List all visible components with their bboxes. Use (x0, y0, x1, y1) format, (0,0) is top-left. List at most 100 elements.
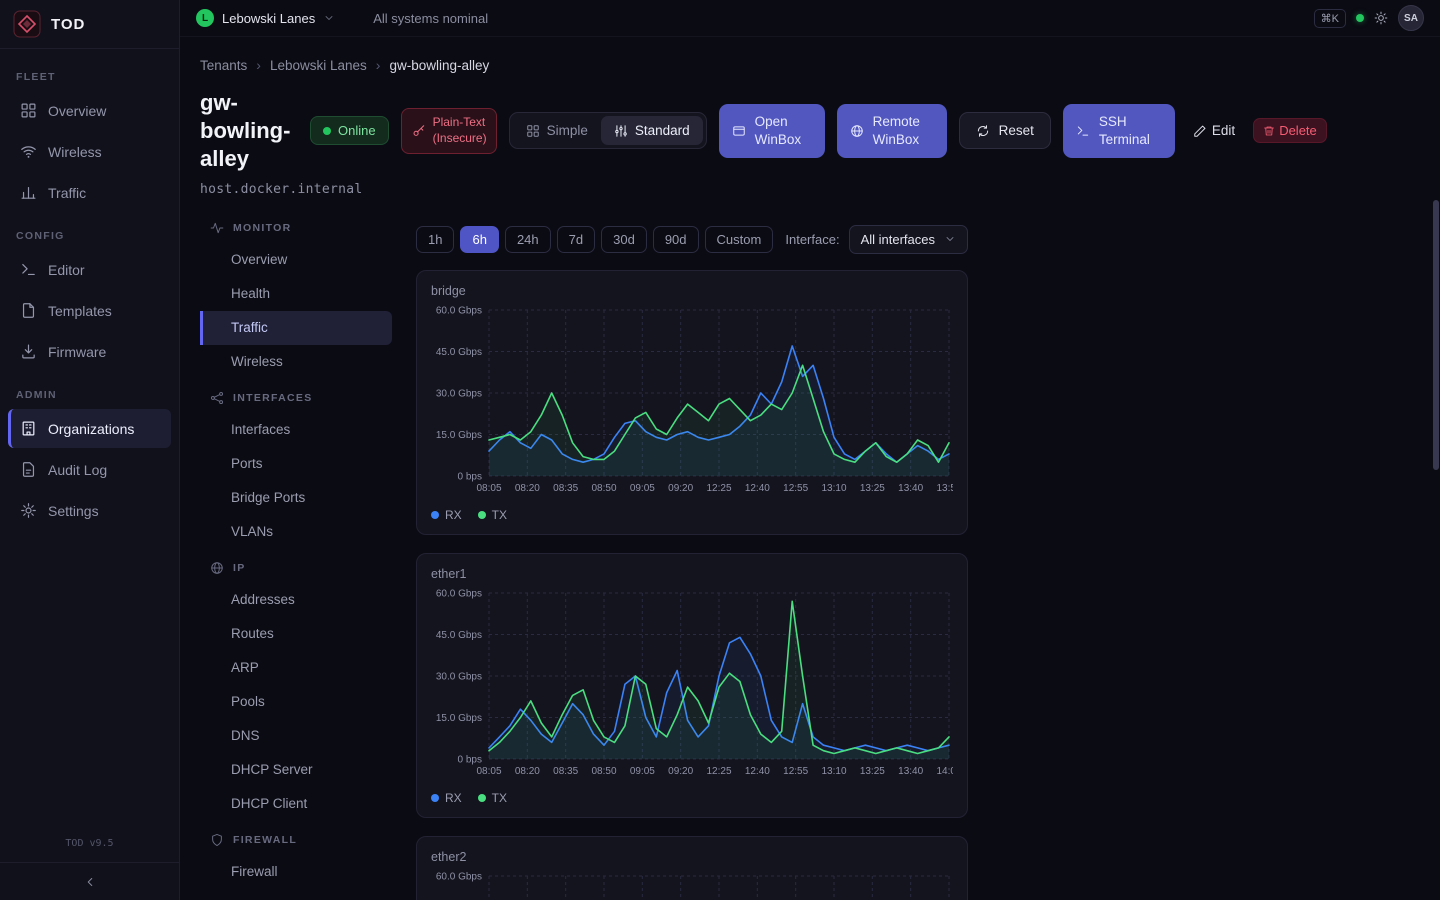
ssh-terminal-button[interactable]: SSH Terminal (1063, 104, 1175, 158)
tx-dot (478, 794, 486, 802)
sidebar-section-config: CONFIG (8, 214, 171, 250)
subnav-item-traffic[interactable]: Traffic (200, 311, 392, 345)
sidebar-item-organizations[interactable]: Organizations (8, 409, 171, 448)
sidebar-item-templates[interactable]: Templates (8, 291, 171, 330)
breadcrumb-tenants[interactable]: Tenants (200, 58, 247, 73)
svg-text:13:55: 13:55 (936, 483, 953, 494)
sidebar-collapse-button[interactable] (0, 862, 179, 900)
legend-rx-label: RX (445, 791, 462, 805)
edit-button[interactable]: Edit (1187, 119, 1241, 142)
key-icon (412, 124, 426, 138)
svg-text:08:35: 08:35 (553, 483, 578, 494)
breadcrumb-current: gw-bowling-alley (389, 58, 489, 73)
tenant-selector[interactable]: L Lebowski Lanes (196, 9, 335, 27)
svg-text:12:40: 12:40 (745, 483, 770, 494)
range-custom[interactable]: Custom (705, 226, 774, 253)
sidebar-item-audit-log[interactable]: Audit Log (8, 450, 171, 489)
delete-button[interactable]: Delete (1253, 118, 1327, 143)
subnav-item-interfaces[interactable]: Interfaces (200, 413, 392, 447)
subnav-item-bridge-ports[interactable]: Bridge Ports (200, 481, 392, 515)
subnav-item-label: Bridge Ports (231, 490, 305, 505)
sidebar-item-label: Editor (48, 262, 85, 278)
subnav-item-label: Overview (231, 252, 287, 267)
open-winbox-button[interactable]: Open WinBox (719, 104, 825, 158)
device-host: host.docker.internal (200, 182, 1440, 197)
range-6h[interactable]: 6h (460, 226, 498, 253)
main-area: L Lebowski Lanes All systems nominal ⌘K … (180, 0, 1440, 900)
interface-select[interactable]: All interfaces (849, 225, 968, 254)
subnav-item-routes[interactable]: Routes (200, 617, 392, 651)
theme-toggle-button[interactable] (1374, 11, 1388, 25)
subnav-item-pools[interactable]: Pools (200, 685, 392, 719)
subnav-item-label: ARP (231, 660, 259, 675)
refresh-icon (976, 124, 990, 138)
subnav-item-overview[interactable]: Overview (200, 243, 392, 277)
activity-icon (210, 221, 224, 235)
subnav-section-ip: IP (200, 551, 392, 583)
range-24h[interactable]: 24h (505, 226, 551, 253)
view-mode-standard[interactable]: Standard (601, 116, 703, 145)
breadcrumb-tenant[interactable]: Lebowski Lanes (270, 58, 367, 73)
subnav-item-label: Traffic (231, 320, 268, 335)
legend-rx: RX (431, 508, 462, 522)
download-icon (20, 343, 37, 360)
svg-text:0 bps: 0 bps (458, 754, 482, 765)
svg-text:30.0 Gbps: 30.0 Gbps (436, 388, 482, 399)
legend-tx: TX (478, 791, 507, 805)
grid-icon (526, 124, 540, 138)
range-30d[interactable]: 30d (601, 226, 647, 253)
view-mode-simple[interactable]: Simple (513, 116, 601, 145)
breadcrumb: Tenants Lebowski Lanes gw-bowling-alley (200, 57, 1440, 73)
subnav-item-label: Health (231, 286, 270, 301)
subnav-item-dns[interactable]: DNS (200, 719, 392, 753)
sidebar-item-label: Templates (48, 303, 112, 319)
chevron-down-icon (323, 12, 335, 24)
delete-label: Delete (1279, 123, 1317, 138)
range-90d[interactable]: 90d (653, 226, 699, 253)
sidebar-item-wireless[interactable]: Wireless (8, 132, 171, 171)
subnav-item-mangle[interactable]: Mangle (200, 889, 392, 900)
svg-text:60.0 Gbps: 60.0 Gbps (436, 588, 482, 599)
subnav-item-label: Wireless (231, 354, 283, 369)
sidebar-item-firmware[interactable]: Firmware (8, 332, 171, 371)
subnav-item-dhcp-client[interactable]: DHCP Client (200, 787, 392, 821)
svg-text:12:55: 12:55 (783, 483, 808, 494)
subnav-section-monitor: MONITOR (200, 211, 392, 243)
reset-button[interactable]: Reset (959, 112, 1051, 149)
sidebar-item-overview[interactable]: Overview (8, 91, 171, 130)
scrollbar-thumb[interactable] (1433, 200, 1439, 470)
svg-text:08:20: 08:20 (515, 483, 540, 494)
subnav-item-wireless[interactable]: Wireless (200, 345, 392, 379)
remote-winbox-button[interactable]: Remote WinBox (837, 104, 947, 158)
subnav-item-addresses[interactable]: Addresses (200, 583, 392, 617)
warning-label: Plain-Text (Insecure) (433, 115, 487, 146)
svg-text:13:25: 13:25 (860, 766, 885, 777)
sidebar-item-editor[interactable]: Editor (8, 250, 171, 289)
sidebar-item-label: Settings (48, 503, 99, 519)
command-palette-shortcut[interactable]: ⌘K (1314, 9, 1346, 28)
online-label: Online (338, 123, 376, 138)
sidebar: TOD FLEET Overview Wireless Traffic CONF… (0, 0, 180, 900)
wifi-icon (20, 143, 37, 160)
chart-title: bridge (431, 284, 953, 298)
subnav-item-label: DHCP Server (231, 762, 313, 777)
app-window-icon (732, 124, 746, 138)
subnav-item-firewall[interactable]: Firewall (200, 855, 392, 889)
subnav-item-arp[interactable]: ARP (200, 651, 392, 685)
subnav-item-health[interactable]: Health (200, 277, 392, 311)
svg-text:08:05: 08:05 (476, 766, 501, 777)
subnav-item-dhcp-server[interactable]: DHCP Server (200, 753, 392, 787)
range-1h[interactable]: 1h (416, 226, 454, 253)
sidebar-item-traffic[interactable]: Traffic (8, 173, 171, 212)
user-avatar[interactable]: SA (1398, 5, 1424, 31)
svg-text:09:20: 09:20 (668, 483, 693, 494)
range-7d[interactable]: 7d (557, 226, 595, 253)
subnav-item-vlans[interactable]: VLANs (200, 515, 392, 549)
svg-text:09:05: 09:05 (630, 766, 655, 777)
traffic-chart-ether1: 0 bps15.0 Gbps30.0 Gbps45.0 Gbps60.0 Gbp… (431, 585, 953, 785)
subnav-section-firewall: FIREWALL (200, 823, 392, 855)
sidebar-item-settings[interactable]: Settings (8, 491, 171, 530)
grid-icon (20, 102, 37, 119)
app-logo[interactable]: TOD (0, 0, 179, 49)
subnav-item-ports[interactable]: Ports (200, 447, 392, 481)
